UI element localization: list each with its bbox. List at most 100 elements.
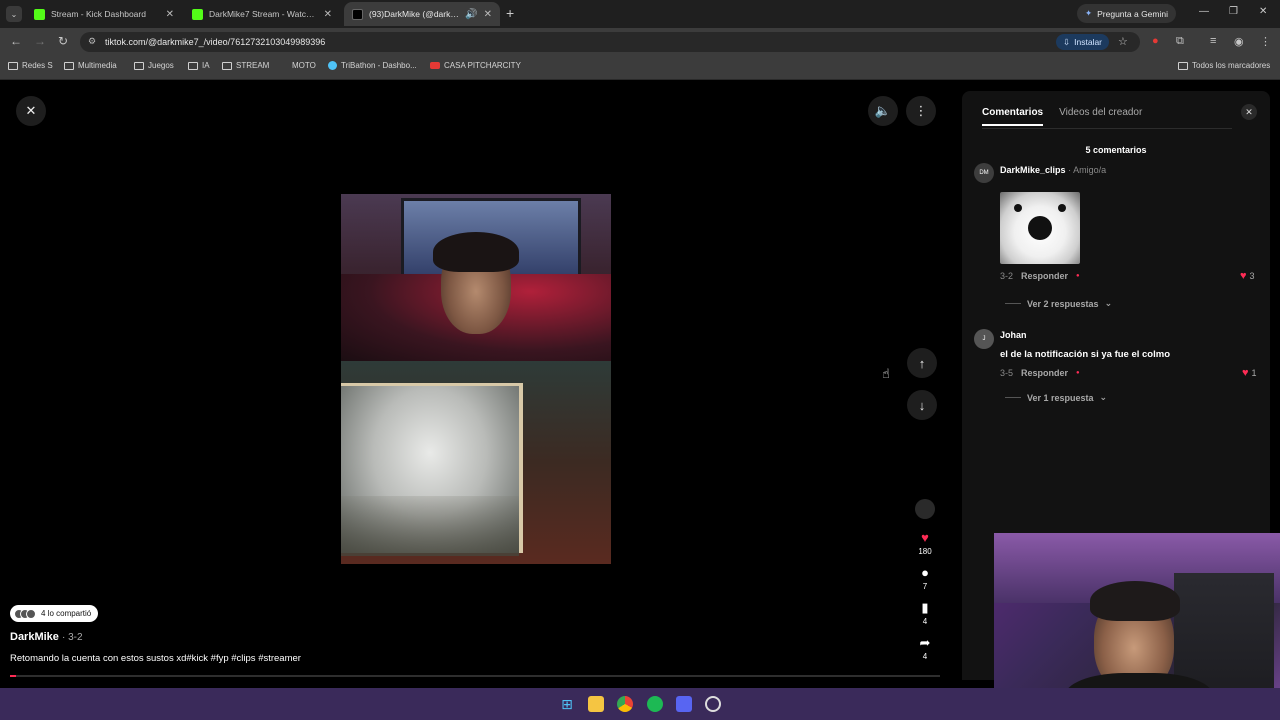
close-window-button[interactable]: ✕ (1259, 6, 1267, 17)
gemini-icon: ✦ (1085, 8, 1093, 18)
comment-like[interactable]: ♥ 3 (1240, 270, 1255, 282)
bookmark-folder-stream[interactable]: STREAM (222, 61, 269, 70)
creator-avatar[interactable] (915, 499, 935, 519)
tab-comments[interactable]: Comentarios (982, 107, 1044, 126)
bookmark-label: IA (202, 61, 210, 70)
chrome-icon[interactable] (617, 696, 633, 712)
like-action[interactable]: ♥ 180 (912, 531, 938, 557)
back-icon[interactable]: ← (10, 34, 22, 48)
address-bar[interactable]: ⚙ tiktok.com/@darkmike7_/video/761273210… (80, 32, 1140, 52)
video-progress-bar[interactable] (10, 675, 940, 677)
forward-icon[interactable]: → (34, 34, 46, 48)
reaction-icon[interactable]: ● (1076, 273, 1080, 279)
profile-avatar[interactable]: ◉ (1234, 35, 1244, 48)
bookmark-folder-ia[interactable]: IA (188, 61, 210, 70)
reply-button[interactable]: Responder (1021, 368, 1068, 378)
shared-by-badge[interactable]: 4 lo compartió (10, 605, 99, 622)
windows-start-icon[interactable]: ⊞ (559, 696, 575, 712)
folder-icon (64, 61, 74, 70)
save-count: 4 (922, 617, 928, 626)
comment-like[interactable]: ♥ 1 (1242, 367, 1257, 379)
tab-tiktok[interactable]: (93)DarkMike (@darkmike7 🔊 ✕ (344, 2, 500, 26)
folder-icon (1178, 61, 1188, 70)
tab-creator-videos[interactable]: Videos del creador (1059, 107, 1142, 126)
obs-icon[interactable] (705, 696, 721, 712)
comment-meta: 3-5 Responder ● (1000, 368, 1080, 378)
comment-username[interactable]: Johan (1000, 330, 1027, 340)
view-replies-button[interactable]: Ver 1 respuesta ⌄ (1005, 392, 1107, 403)
spotify-icon[interactable] (647, 696, 663, 712)
bookmark-label: TriBathon - Dashbo... (341, 61, 417, 70)
mouse-cursor-icon: ☝ (882, 366, 890, 381)
close-tab-icon[interactable]: ✕ (484, 9, 492, 20)
reaction-icon[interactable]: ● (1076, 370, 1080, 376)
arrow-down-icon: ↓ (918, 397, 926, 413)
friend-badge: · Amigo/a (1068, 165, 1107, 175)
panel-tabs: Comentarios Videos del creador (982, 107, 1142, 126)
bookmark-icon: ▮ (921, 600, 929, 615)
more-options-button[interactable]: ⋮ (906, 96, 936, 126)
file-explorer-icon[interactable] (588, 696, 604, 712)
next-video-button[interactable]: ↓ (907, 390, 937, 420)
heart-icon: ♥ (1240, 270, 1247, 282)
all-bookmarks-folder[interactable]: Todos los marcadores (1178, 61, 1270, 70)
close-video-button[interactable]: ✕ (16, 96, 46, 126)
ask-gemini-button[interactable]: ✦ Pregunta a Gemini (1077, 4, 1176, 23)
view-replies-label: Ver 1 respuesta (1027, 392, 1094, 403)
avatar[interactable]: J (974, 329, 994, 349)
close-tab-icon[interactable]: ✕ (166, 9, 174, 20)
minimize-button[interactable]: — (1199, 6, 1209, 17)
browser-toolbar: ← → ↻ ⚙ tiktok.com/@darkmike7_/video/761… (0, 28, 1280, 56)
view-replies-label: Ver 2 respuestas (1027, 298, 1099, 309)
restore-button[interactable]: ❐ (1229, 6, 1238, 17)
bookmark-label: Multimedia (78, 61, 117, 70)
volume-button[interactable]: 🔈 (868, 96, 898, 126)
install-app-button[interactable]: ⇩ Instalar (1056, 34, 1109, 50)
tab-title: Stream - Kick Dashboard (51, 9, 146, 19)
tab-kick-dashboard[interactable]: Stream - Kick Dashboard ✕ (26, 2, 182, 26)
share-action[interactable]: ➦ 4 (912, 636, 938, 662)
bookmark-folder-juegos[interactable]: Juegos (134, 61, 174, 70)
shared-label: 4 lo compartió (41, 609, 92, 618)
bookmark-casa-pitcharcity[interactable]: CASA PITCHARCITY (430, 61, 521, 70)
view-replies-button[interactable]: Ver 2 respuestas ⌄ (1005, 298, 1112, 309)
arrow-up-icon: ↑ (918, 355, 926, 371)
url-text: tiktok.com/@darkmike7_/video/76127321030… (105, 37, 326, 47)
close-icon: ✕ (1245, 106, 1253, 117)
media-controls-icon[interactable]: ≡ (1210, 35, 1216, 47)
bookmark-tribathon[interactable]: TriBathon - Dashbo... (328, 61, 417, 70)
tab-search-button[interactable]: ⌄ (6, 6, 22, 22)
bookmark-folder-redes[interactable]: Redes S (8, 61, 53, 70)
previous-video-button[interactable]: ↑ (907, 348, 937, 378)
site-info-icon[interactable]: ⚙ (88, 36, 96, 47)
reply-button[interactable]: Responder (1021, 271, 1068, 281)
extension-icon[interactable]: ● (1152, 35, 1159, 47)
bookmark-star-icon[interactable]: ☆ (1118, 35, 1128, 48)
reload-icon[interactable]: ↻ (58, 34, 68, 48)
comment-image[interactable] (1000, 192, 1080, 264)
kick-icon (192, 8, 203, 20)
bookmark-moto[interactable]: MOTO (280, 61, 316, 70)
like-count: 1 (1251, 368, 1257, 378)
close-tab-icon[interactable]: ✕ (324, 9, 332, 20)
dog-nose (1028, 216, 1052, 240)
avatar[interactable]: DM (974, 163, 994, 183)
folder-icon (222, 61, 232, 70)
foggy-scene (341, 383, 523, 556)
comment-username[interactable]: DarkMike_clips · Amigo/a (1000, 165, 1106, 175)
menu-icon[interactable]: ⋮ (1260, 35, 1271, 48)
video-frame[interactable] (341, 194, 611, 564)
close-panel-button[interactable]: ✕ (1241, 104, 1257, 120)
comment-action[interactable]: ● 7 (912, 566, 938, 592)
discord-icon[interactable] (676, 696, 692, 712)
bookmark-folder-multimedia[interactable]: Multimedia (64, 61, 117, 70)
save-action[interactable]: ▮ 4 (912, 600, 938, 627)
new-tab-button[interactable]: + (506, 5, 514, 21)
tab-kick-stream[interactable]: DarkMike7 Stream - Watch Live ✕ (184, 2, 340, 26)
audio-playing-icon[interactable]: 🔊 (465, 9, 477, 20)
install-label: Instalar (1074, 37, 1102, 47)
extensions-puzzle-icon[interactable]: ⧉ (1176, 35, 1184, 48)
comment-user-label: DarkMike_clips (1000, 165, 1066, 175)
video-author[interactable]: DarkMike · 3-2 (10, 631, 83, 643)
bookmark-label: Juegos (148, 61, 174, 70)
